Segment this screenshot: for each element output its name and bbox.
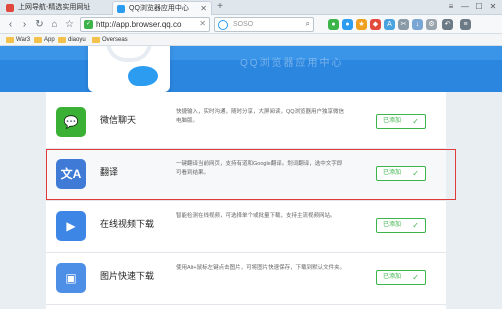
tab-bar: 上网导航-精选实用网址 QQ浏览器应用中心 ✕ + ≡ — ☐ ✕	[0, 0, 502, 15]
bookmark-folder[interactable]: App	[34, 35, 55, 45]
refresh-icon[interactable]: ↻	[33, 18, 46, 31]
home-icon[interactable]: ⌂	[48, 18, 61, 31]
search-box[interactable]: SOSO ⌕	[214, 17, 314, 32]
added-label: 已添加	[383, 222, 402, 228]
tab-navigation[interactable]: 上网导航-精选实用网址	[2, 1, 110, 15]
bag-handle	[106, 46, 152, 62]
menu-toolbar-icon[interactable]: ≡	[460, 19, 471, 30]
undo-toolbar-icon[interactable]: ↶	[442, 19, 453, 30]
shopping-bag-illustration	[88, 46, 170, 92]
app-description: 快捷输入，实时沟通，随时分享，大屏阅读，QQ浏览器用户独享微信电脑版。	[176, 109, 345, 124]
app-name: 微信聊天	[100, 115, 137, 125]
video-download-icon: ▶	[56, 211, 86, 241]
tab-app-center[interactable]: QQ浏览器应用中心 ✕	[112, 1, 212, 15]
app-description: 使用Alt+鼠标左键点击图片，可将图片快速保存，下载到默认文件夹。	[176, 265, 346, 271]
tab-label: QQ浏览器应用中心	[129, 5, 189, 12]
wechat-icon: 💬	[56, 107, 86, 137]
app-name: 图片快速下载	[100, 271, 155, 281]
download-toolbar-icon[interactable]: ↓	[412, 19, 423, 30]
list-item-wechat: 💬 微信聊天 快捷输入，实时沟通，随时分享，大屏阅读，QQ浏览器用户独享微信电脑…	[46, 97, 446, 149]
highlight-frame	[46, 149, 456, 200]
bookmark-label: diaoyu	[68, 37, 86, 43]
folder-icon	[34, 37, 42, 43]
site-favicon-icon	[6, 4, 14, 12]
added-button[interactable]: 已添加 ✓	[376, 114, 426, 129]
bookmark-label: War3	[16, 37, 31, 43]
check-icon: ✓	[412, 221, 419, 230]
check-icon: ✓	[412, 117, 419, 126]
bookmarks-bar: War3 App diaoyu Overseas	[0, 34, 502, 46]
qq-browser-icon	[117, 5, 125, 13]
address-bar[interactable]: ✓ http://app.browser.qq.co ✕	[80, 17, 210, 32]
qq-browser-logo-icon	[128, 66, 158, 86]
tab-label: 上网导航-精选实用网址	[18, 4, 91, 11]
bookmark-label: App	[44, 37, 55, 43]
added-label: 已添加	[383, 274, 402, 280]
bookmark-folder[interactable]: diaoyu	[58, 35, 86, 45]
navigation-bar: ‹ › ↻ ⌂ ☆ ✓ http://app.browser.qq.co ✕ S…	[0, 15, 502, 34]
folder-icon	[58, 37, 66, 43]
wechat-toolbar-icon[interactable]: ●	[328, 19, 339, 30]
added-button[interactable]: 已添加 ✓	[376, 270, 426, 285]
clear-address-icon[interactable]: ✕	[199, 19, 206, 28]
new-tab-button[interactable]: +	[215, 2, 225, 12]
close-window-button[interactable]: ✕	[486, 0, 500, 14]
search-engine-icon[interactable]	[218, 20, 228, 30]
menu-button[interactable]: ≡	[444, 0, 458, 14]
bookmark-folder[interactable]: Overseas	[92, 35, 128, 45]
added-button[interactable]: 已添加 ✓	[376, 218, 426, 233]
security-shield-icon: ✓	[84, 20, 93, 29]
search-icon[interactable]: ⌕	[306, 19, 310, 29]
screenshot-toolbar-icon[interactable]: ✂	[398, 19, 409, 30]
qq-toolbar-icon[interactable]: ●	[342, 19, 353, 30]
translate-toolbar-icon[interactable]: A	[384, 19, 395, 30]
app-toolbar-icon[interactable]: ◆	[370, 19, 381, 30]
check-icon: ✓	[412, 273, 419, 282]
favorites-toolbar-icon[interactable]: ★	[356, 19, 367, 30]
maximize-button[interactable]: ☐	[472, 0, 486, 14]
app-name: 在线视频下载	[100, 219, 155, 229]
bookmark-label: Overseas	[102, 37, 128, 43]
settings-toolbar-icon[interactable]: ⚙	[426, 19, 437, 30]
list-item-image-download: ▣ 图片快速下载 使用Alt+鼠标左键点击图片，可将图片快速保存，下载到默认文件…	[46, 253, 446, 305]
list-item-video-download: ▶ 在线视频下载 智能检测在线视频，可选择单个或批量下载，支持主流视频网站。 已…	[46, 201, 446, 253]
banner-title: QQ浏览器应用中心	[240, 58, 344, 69]
page-banner: QQ浏览器应用中心	[0, 46, 502, 92]
forward-icon[interactable]: ›	[18, 18, 31, 31]
app-description: 智能检测在线视频，可选择单个或批量下载，支持主流视频网站。	[176, 213, 336, 219]
folder-icon	[92, 37, 100, 43]
close-tab-icon[interactable]: ✕	[200, 2, 207, 15]
address-input[interactable]: http://app.browser.qq.co	[96, 19, 192, 31]
bookmark-folder[interactable]: War3	[6, 35, 30, 45]
back-icon[interactable]: ‹	[4, 18, 17, 31]
added-label: 已添加	[383, 118, 402, 124]
minimize-button[interactable]: —	[458, 0, 472, 14]
search-input[interactable]: SOSO	[233, 19, 253, 31]
image-download-icon: ▣	[56, 263, 86, 293]
favorite-star-icon[interactable]: ☆	[63, 18, 76, 31]
folder-icon	[6, 37, 14, 43]
